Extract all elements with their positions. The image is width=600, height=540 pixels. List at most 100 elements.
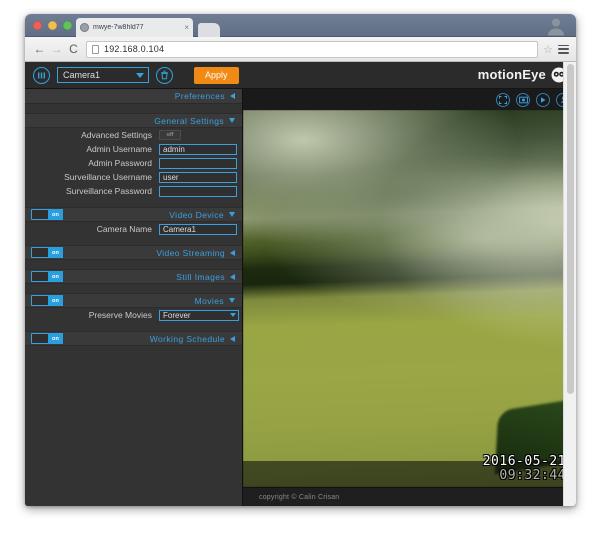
section-header-right: Still Images <box>176 272 235 282</box>
field-input[interactable] <box>159 157 237 169</box>
page-info-icon[interactable] <box>92 44 99 54</box>
browser-window: mwye-7w8hld77 × ← → C 192.168.0.104 ☆ Ca… <box>25 14 576 506</box>
camera-timestamp-time: 09:32:44 <box>499 468 566 484</box>
preferences-label: Preferences <box>174 91 225 101</box>
section-header-video-streaming[interactable]: on Video Streaming <box>25 245 242 260</box>
chevron-down-icon <box>136 72 144 78</box>
field-label: Surveillance Password <box>66 186 152 196</box>
section-title-general-settings: General Settings <box>154 115 224 126</box>
apply-button[interactable]: Apply <box>194 66 239 84</box>
section-title-still-images: Still Images <box>176 271 225 282</box>
section-header-general-settings[interactable]: General Settings <box>25 113 242 128</box>
section-header-video-device[interactable]: on Video Device <box>25 207 242 222</box>
video-panel: 2016-05-21 09:32:44 copyright © Calin Cr… <box>243 89 576 506</box>
section-header-still-images[interactable]: on Still Images <box>25 269 242 284</box>
chevron-left-icon <box>230 93 235 99</box>
forward-button[interactable]: → <box>48 41 65 58</box>
chevron-left-icon <box>230 249 235 256</box>
toggle-knob: on <box>48 247 63 258</box>
section-title-working-schedule: Working Schedule <box>149 333 225 344</box>
page-scrollbar[interactable] <box>563 62 576 506</box>
tab-close-icon[interactable]: × <box>184 23 189 32</box>
minimize-window-button[interactable] <box>48 21 57 30</box>
field-select[interactable]: Forever <box>159 309 239 321</box>
toggle-knob: on <box>48 295 63 306</box>
field-row: Preserve Movies Forever <box>25 308 242 322</box>
field-label: Advanced Settings <box>81 130 152 140</box>
profile-avatar-icon[interactable] <box>546 15 566 36</box>
field-input[interactable]: user <box>159 171 237 183</box>
tab-title: mwye-7w8hld77 <box>93 24 144 31</box>
section-header-right: Video Device <box>169 210 235 220</box>
section-title-video-device: Video Device <box>169 209 224 220</box>
section-title-movies: Movies <box>194 295 224 306</box>
toggle-knob: on <box>48 271 63 282</box>
section-toggle-still-images[interactable]: on <box>31 271 63 282</box>
scrollbar-thumb[interactable] <box>567 64 574 394</box>
section-header-right: General Settings <box>154 116 235 126</box>
chevron-down-icon <box>230 313 236 317</box>
field-label: Admin Username <box>86 144 152 154</box>
section-toggle-movies[interactable]: on <box>31 295 63 306</box>
new-tab-button[interactable] <box>198 23 220 37</box>
camera-select-label: Camera1 <box>63 70 101 80</box>
camera-video-stage[interactable]: 2016-05-21 09:32:44 <box>243 110 576 487</box>
section-header-working-schedule[interactable]: on Working Schedule <box>25 331 242 346</box>
browser-tabstrip: mwye-7w8hld77 × <box>25 14 576 37</box>
field-input[interactable] <box>159 185 237 197</box>
settings-sections: General Settings Advanced Settings off Admi… <box>25 104 242 346</box>
field-select-value: Forever <box>163 310 191 320</box>
fullscreen-icon[interactable] <box>496 92 510 107</box>
advanced-settings-toggle[interactable]: off <box>159 130 181 140</box>
snapshot-icon[interactable] <box>516 92 530 107</box>
field-row: Admin Password <box>25 156 242 170</box>
maximize-window-button[interactable] <box>63 21 72 30</box>
field-row: Surveillance Username user <box>25 170 242 184</box>
browser-toolbar: ← → C 192.168.0.104 ☆ <box>25 37 576 62</box>
chevron-left-icon <box>230 273 235 280</box>
section-header-right: Working Schedule <box>150 334 235 344</box>
settings-panel: Preferences General Settings Advanced Set… <box>25 89 243 506</box>
field-row: Camera Name Camera1 <box>25 222 242 236</box>
field-label: Surveillance Username <box>64 172 152 182</box>
chevron-left-icon <box>230 335 235 342</box>
address-bar[interactable]: 192.168.0.104 <box>86 40 539 58</box>
section-toggle-video-device[interactable]: on <box>31 209 63 220</box>
window-controls <box>33 21 72 30</box>
close-window-button[interactable] <box>33 21 42 30</box>
section-header-right: Movies <box>195 296 235 306</box>
browser-menu-icon[interactable] <box>557 43 570 56</box>
app-topbar: Camera1 Apply motionEye <box>25 62 576 89</box>
field-input[interactable]: Camera1 <box>159 223 237 235</box>
back-button[interactable]: ← <box>31 41 48 58</box>
chevron-down-icon <box>229 118 235 123</box>
section-title-video-streaming: Video Streaming <box>156 247 225 258</box>
chevron-down-icon <box>229 212 235 217</box>
chevron-down-icon <box>229 298 235 303</box>
app-footer: copyright © Calin Crisan <box>243 487 576 506</box>
favicon-icon <box>80 23 89 32</box>
copyright-text: copyright © Calin Crisan <box>259 493 340 501</box>
toggle-knob: on <box>48 209 63 220</box>
preferences-header[interactable]: Preferences <box>25 89 242 104</box>
section-toggle-working-schedule[interactable]: on <box>31 333 63 344</box>
motioneye-app: Camera1 Apply motionEye Preferences Gene… <box>25 62 576 506</box>
reload-button[interactable]: C <box>65 41 82 58</box>
field-row: Surveillance Password <box>25 184 242 198</box>
trash-icon[interactable] <box>156 66 173 84</box>
field-label: Admin Password <box>88 158 152 168</box>
hamburger-icon[interactable] <box>33 66 50 84</box>
browser-tab[interactable]: mwye-7w8hld77 × <box>76 18 193 37</box>
camera-timestamp-date: 2016-05-21 <box>482 454 566 470</box>
bookmark-star-icon[interactable]: ☆ <box>543 43 553 56</box>
section-header-right: Video Streaming <box>156 248 235 258</box>
section-toggle-video-streaming[interactable]: on <box>31 247 63 258</box>
play-icon[interactable] <box>536 92 550 107</box>
field-row: Advanced Settings off <box>25 128 242 142</box>
app-body: Preferences General Settings Advanced Set… <box>25 89 576 506</box>
camera-select[interactable]: Camera1 <box>57 67 149 83</box>
section-header-movies[interactable]: on Movies <box>25 293 242 308</box>
toggle-knob: on <box>48 333 63 344</box>
camera-timestamp: 2016-05-21 09:32:44 <box>483 455 566 483</box>
field-input[interactable]: admin <box>159 143 237 155</box>
